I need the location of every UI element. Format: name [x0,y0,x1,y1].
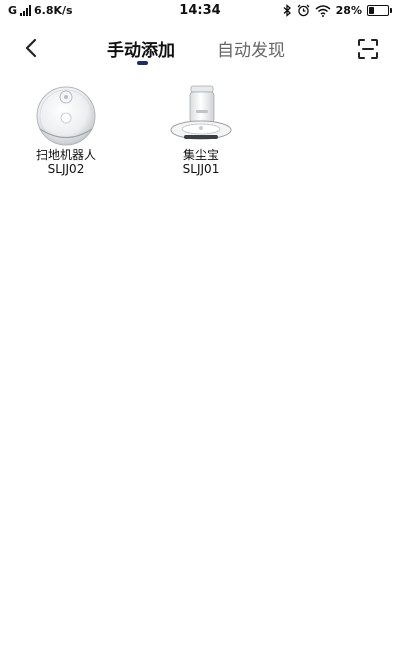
header: 手动添加 自动发现 [0,26,400,76]
device-model: SLJJ01 [182,162,220,176]
status-bar: G 6.8K/s 14:34 28% [0,0,400,26]
device-name: 扫地机器人 [35,148,96,162]
dust-station-icon [170,85,232,140]
robot-vacuum-icon [36,86,96,146]
scan-button[interactable] [356,37,380,61]
status-right: 28% [283,4,392,17]
battery-icon [367,5,392,16]
battery-percent: 28% [335,4,362,17]
device-card-robot-vacuum[interactable]: 扫地机器人 SLJJ02 [26,84,106,176]
tab-bar: 手动添加 自动发现 [0,26,400,76]
tab-manual-add[interactable]: 手动添加 [107,36,175,61]
tab-auto-discover[interactable]: 自动发现 [217,36,285,61]
scan-icon [358,39,378,59]
device-name: 集尘宝 [182,148,219,162]
device-card-dust-station[interactable]: 集尘宝 SLJJ01 [161,84,241,176]
bluetooth-icon [283,4,291,17]
active-tab-indicator [137,61,148,65]
alarm-clock-icon [297,4,310,17]
wifi-icon [315,4,331,17]
device-model: SLJJ02 [47,162,85,176]
